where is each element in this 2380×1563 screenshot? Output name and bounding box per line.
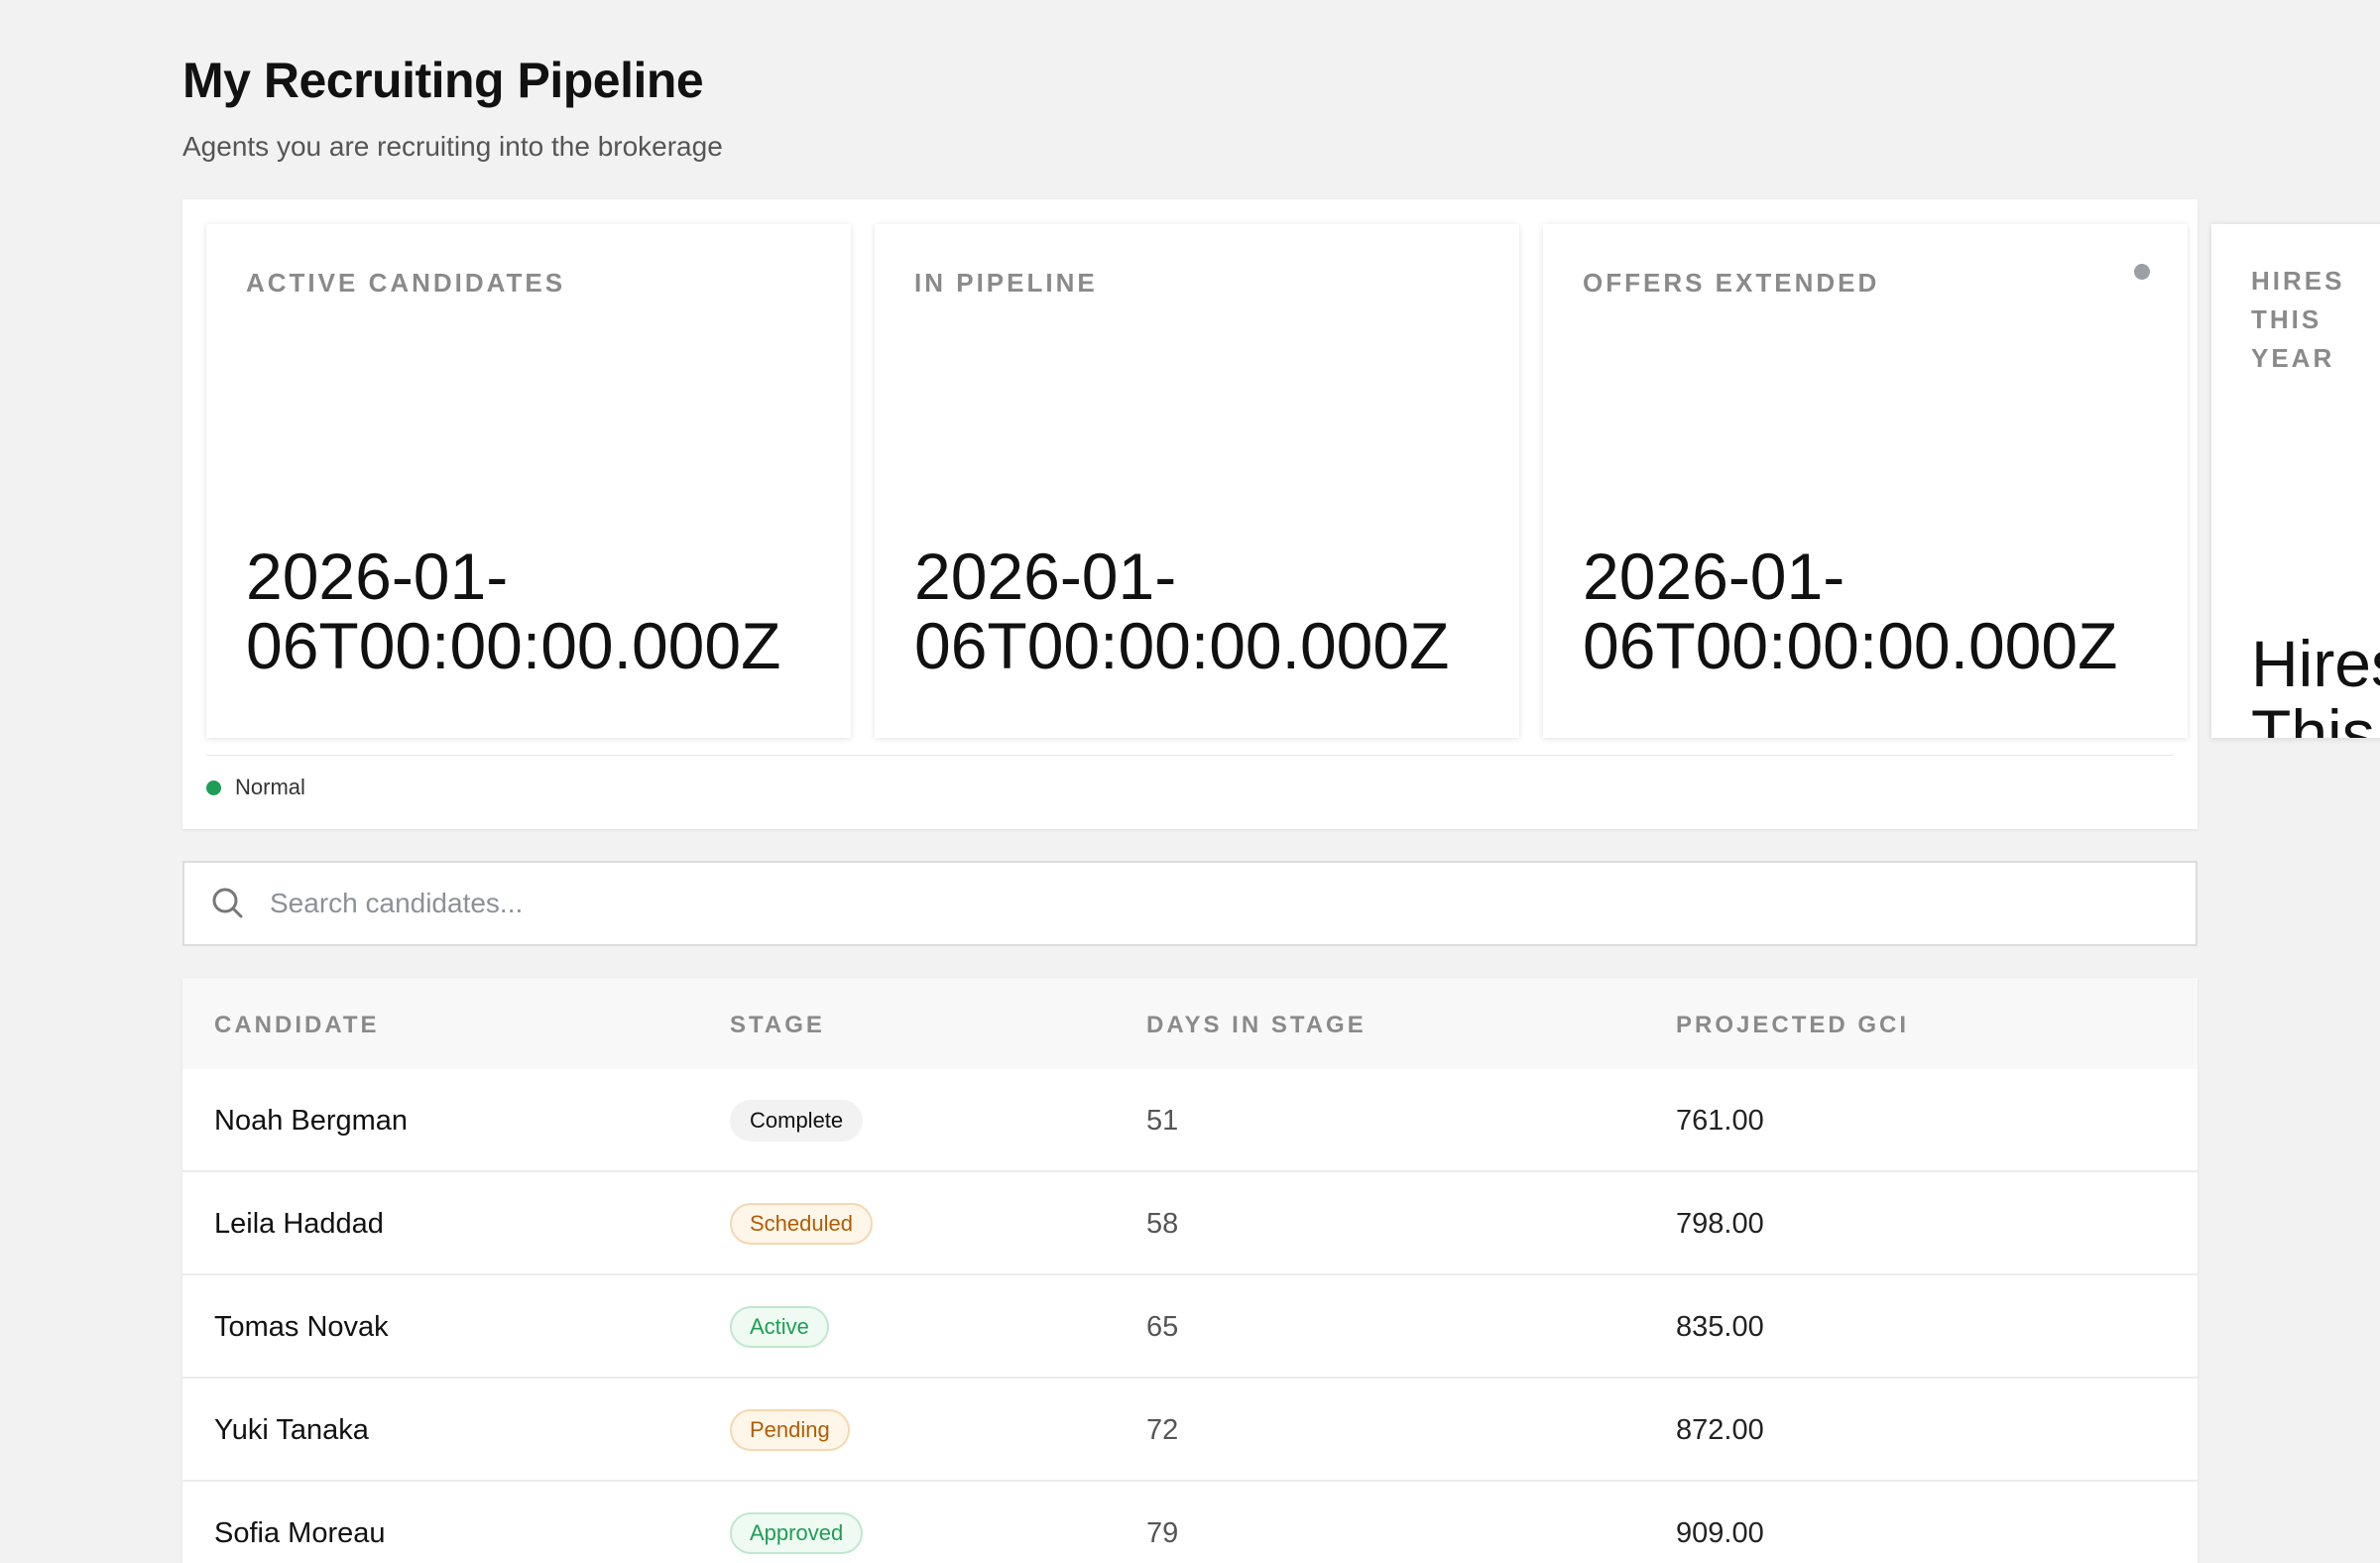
- stat-value: Hires This Year 1: [2251, 627, 2380, 738]
- search-icon: [212, 888, 243, 918]
- column-header-stage[interactable]: STAGE: [730, 1012, 825, 1039]
- stat-card-in-pipeline: IN PIPELINE 2026-01- 06T00:00:00.000Z: [875, 224, 1519, 738]
- stats-divider: [206, 755, 2174, 756]
- projected-gci: 909.00: [1676, 1516, 1764, 1549]
- status-text: Normal: [235, 775, 305, 799]
- stat-value: 2026-01- 06T00:00:00.000Z: [246, 540, 781, 682]
- table-header: CANDIDATE STAGE DAYS IN STAGE PROJECTED …: [182, 978, 2198, 1069]
- candidate-name: Leila Haddad: [214, 1207, 384, 1240]
- stat-card-hires-this-year: HIRES THIS YEAR Hires This Year 1: [2211, 224, 2380, 738]
- table-row[interactable]: Noah Bergman Complete 51 761.00: [182, 1069, 2198, 1172]
- page-subtitle: Agents you are recruiting into the broke…: [182, 131, 723, 162]
- projected-gci: 761.00: [1676, 1104, 1764, 1137]
- status-indicator: Normal: [206, 775, 305, 800]
- stat-value: 2026-01- 06T00:00:00.000Z: [1583, 540, 2118, 682]
- table-row[interactable]: Leila Haddad Scheduled 58 798.00: [182, 1172, 2198, 1275]
- candidate-name: Sofia Moreau: [214, 1516, 386, 1549]
- column-header-candidate[interactable]: CANDIDATE: [214, 1012, 380, 1039]
- stat-label: IN PIPELINE: [914, 268, 1098, 298]
- days-in-stage: 51: [1146, 1104, 1179, 1137]
- table-row[interactable]: Tomas Novak Active 65 835.00: [182, 1275, 2198, 1379]
- stat-label: HIRES THIS YEAR: [2251, 266, 2345, 373]
- days-in-stage: 72: [1146, 1413, 1179, 1446]
- projected-gci: 872.00: [1676, 1413, 1764, 1446]
- page-title: My Recruiting Pipeline: [182, 53, 704, 108]
- days-in-stage: 65: [1146, 1310, 1179, 1343]
- stage-badge: Approved: [730, 1512, 864, 1554]
- page: My Recruiting Pipeline Agents you are re…: [0, 0, 2380, 1563]
- projected-gci: 798.00: [1676, 1207, 1764, 1240]
- search-input[interactable]: [268, 874, 2196, 933]
- stat-value: 2026-01- 06T00:00:00.000Z: [914, 540, 1450, 682]
- stat-label: OFFERS EXTENDED: [1583, 268, 1880, 298]
- stat-card-offers-extended: OFFERS EXTENDED 2026-01- 06T00:00:00.000…: [1543, 224, 2188, 738]
- column-header-projected-gci[interactable]: PROJECTED GCI: [1676, 1012, 1909, 1039]
- stage-badge: Scheduled: [730, 1203, 873, 1245]
- days-in-stage: 58: [1146, 1207, 1179, 1240]
- candidates-table: CANDIDATE STAGE DAYS IN STAGE PROJECTED …: [182, 978, 2198, 1563]
- table-row[interactable]: Yuki Tanaka Pending 72 872.00: [182, 1379, 2198, 1482]
- candidate-name: Noah Bergman: [214, 1104, 409, 1137]
- status-indicator-icon: [2134, 264, 2150, 280]
- days-in-stage: 79: [1146, 1516, 1179, 1549]
- search-bar[interactable]: [182, 861, 2198, 946]
- stage-badge: Complete: [730, 1100, 864, 1142]
- stage-badge: Pending: [730, 1409, 850, 1451]
- column-header-days-in-stage[interactable]: DAYS IN STAGE: [1146, 1012, 1367, 1039]
- stat-label: ACTIVE CANDIDATES: [246, 268, 566, 298]
- projected-gci: 835.00: [1676, 1310, 1764, 1343]
- stat-card-active-candidates: ACTIVE CANDIDATES 2026-01- 06T00:00:00.0…: [206, 224, 851, 738]
- candidate-name: Tomas Novak: [214, 1310, 389, 1343]
- table-row[interactable]: Sofia Moreau Approved 79 909.00: [182, 1482, 2198, 1563]
- status-dot-icon: [206, 780, 221, 795]
- stage-badge: Active: [730, 1306, 829, 1348]
- candidate-name: Yuki Tanaka: [214, 1413, 369, 1446]
